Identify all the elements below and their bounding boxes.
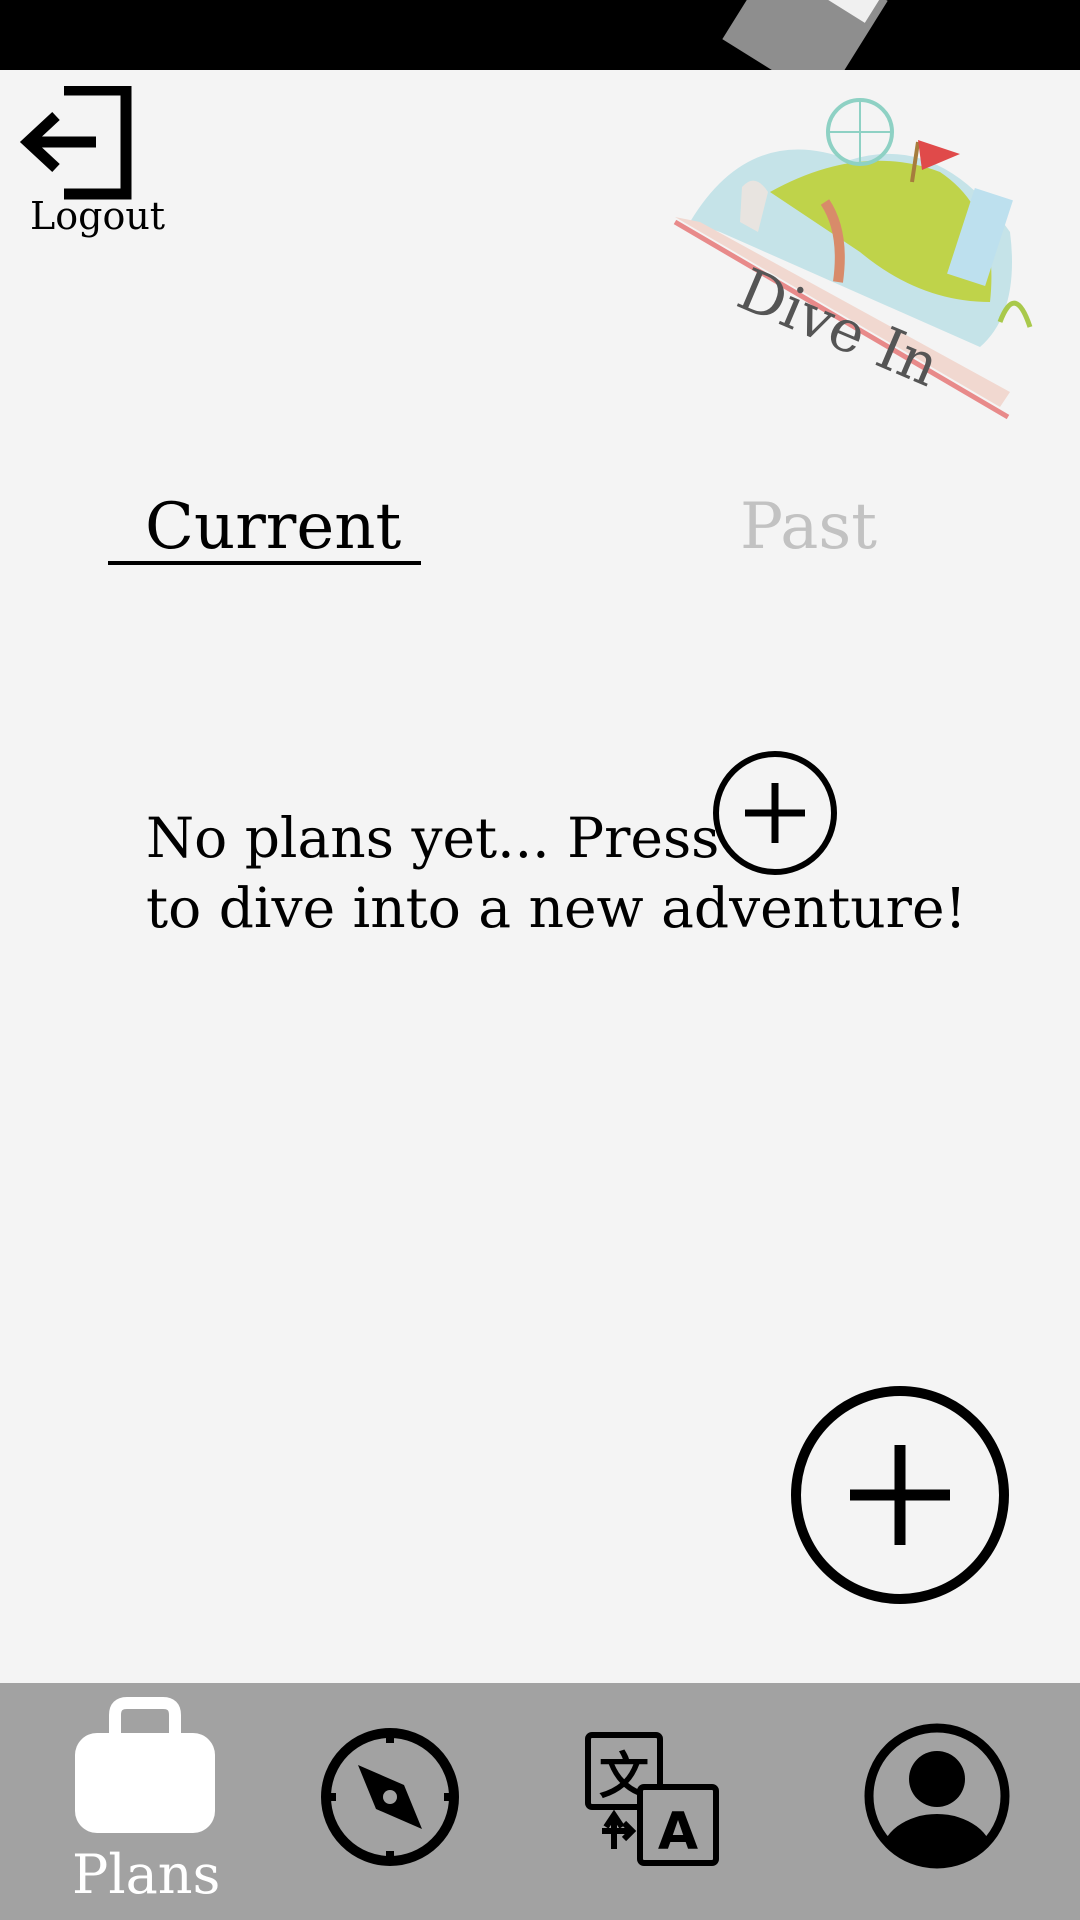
inline-add-plan-button[interactable] <box>712 750 838 876</box>
logout-label: Logout <box>30 194 166 238</box>
logout-icon <box>19 86 132 200</box>
empty-state-text-line2: to dive into a new adventure! <box>146 876 967 940</box>
profile-icon <box>864 1723 1010 1869</box>
translate-icon: 文 A <box>585 1732 719 1866</box>
tab-current-underline <box>108 561 421 565</box>
tab-current[interactable]: Current <box>145 490 401 564</box>
tab-past[interactable]: Past <box>740 490 877 564</box>
logout-button[interactable]: Logout <box>12 82 172 252</box>
status-bar <box>0 0 1080 70</box>
empty-state-text-line1: No plans yet... Press <box>146 806 720 870</box>
suitcase-icon <box>75 1697 215 1833</box>
plus-circle-icon <box>713 751 837 875</box>
nav-item-label: Plans <box>72 1843 221 1906</box>
plus-circle-icon <box>791 1386 1009 1604</box>
add-plan-fab[interactable] <box>790 1385 1010 1605</box>
bottom-nav: Plans 文 A <box>0 1683 1080 1920</box>
nav-item-translate[interactable]: 文 A <box>584 1731 720 1867</box>
svg-text:A: A <box>658 1802 698 1862</box>
nav-item-explore[interactable] <box>318 1725 462 1869</box>
compass-icon <box>321 1728 459 1866</box>
nav-item-plans[interactable]: Plans <box>70 1693 220 1913</box>
nav-item-profile[interactable] <box>862 1721 1012 1871</box>
